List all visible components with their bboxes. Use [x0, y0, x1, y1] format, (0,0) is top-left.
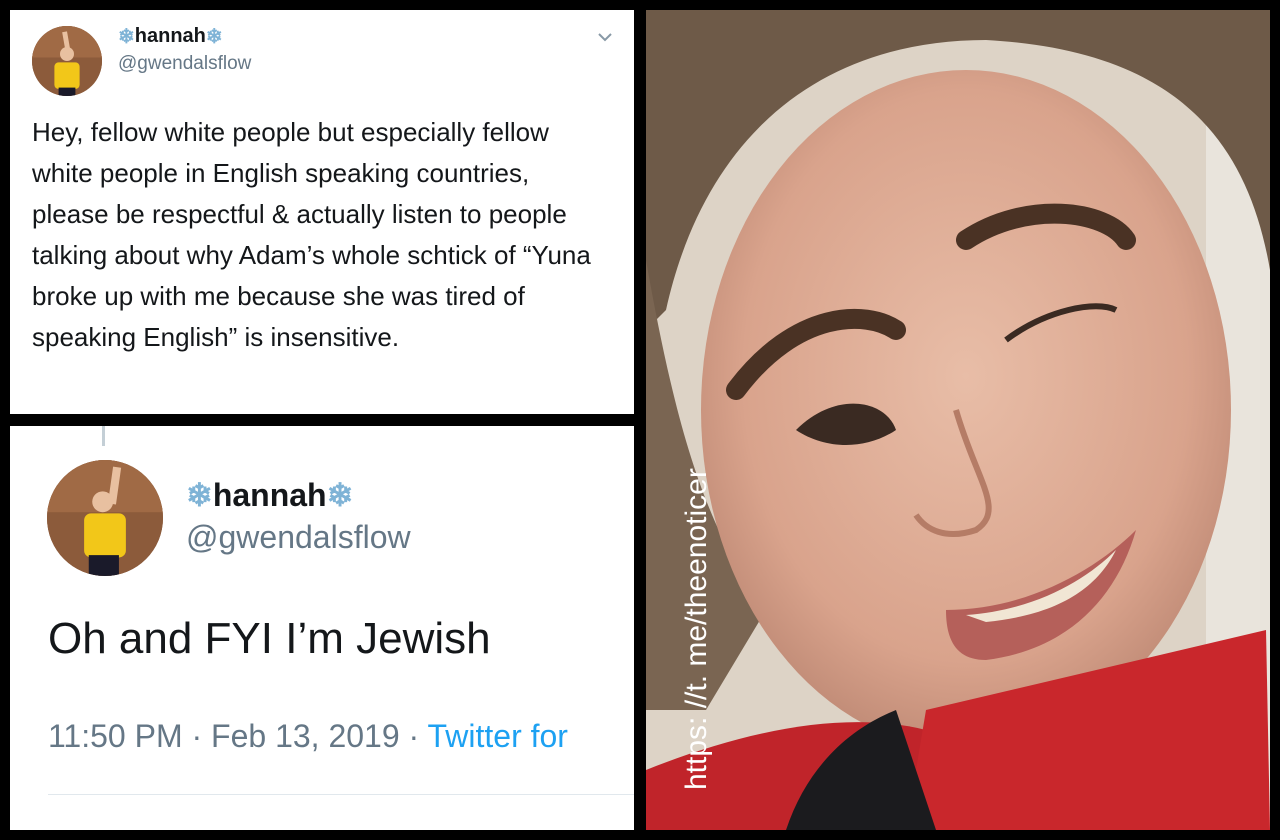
meta-separator: ·	[191, 718, 203, 754]
chevron-down-icon[interactable]	[594, 26, 616, 48]
snowflake-icon: ❄	[205, 26, 223, 48]
thread-line	[102, 426, 105, 446]
display-name-text: hannah	[134, 25, 206, 47]
selfie-photo	[646, 10, 1270, 830]
tweet-card-2: ❄ hannah ❄ @gwendalsflow Oh and FYI I’m …	[10, 426, 634, 830]
tweet-meta: 11:50 PM · Feb 13, 2019 · Twitter for	[48, 718, 568, 755]
photo-panel: https: //t. me/theenoticer	[646, 10, 1270, 830]
snowflake-icon: ❄	[326, 477, 354, 513]
display-name[interactable]: ❄ hannah ❄	[186, 476, 353, 514]
display-name-text: hannah	[212, 476, 327, 513]
snowflake-icon: ❄	[118, 26, 135, 48]
tweet-date[interactable]: Feb 13, 2019	[211, 718, 400, 754]
snowflake-icon: ❄	[186, 477, 213, 513]
tweet-text: Oh and FYI I’m Jewish	[48, 614, 491, 663]
user-handle[interactable]: @gwendalsflow	[118, 53, 251, 75]
tweet-source-link[interactable]: Twitter for	[427, 718, 567, 754]
divider	[48, 794, 634, 795]
display-name[interactable]: ❄ hannah ❄	[118, 24, 223, 49]
tweet-time[interactable]: 11:50 PM	[48, 718, 183, 754]
meta-separator: ·	[408, 718, 420, 754]
watermark-text: https: //t. me/theenoticer	[680, 468, 713, 790]
avatar[interactable]	[32, 26, 102, 96]
avatar[interactable]	[47, 460, 163, 576]
tweet-text: Hey, fellow white people but especially …	[32, 117, 591, 352]
user-handle[interactable]: @gwendalsflow	[186, 519, 411, 556]
tweet-card-1: ❄ hannah ❄ @gwendalsflow Hey, fellow whi…	[10, 10, 634, 414]
